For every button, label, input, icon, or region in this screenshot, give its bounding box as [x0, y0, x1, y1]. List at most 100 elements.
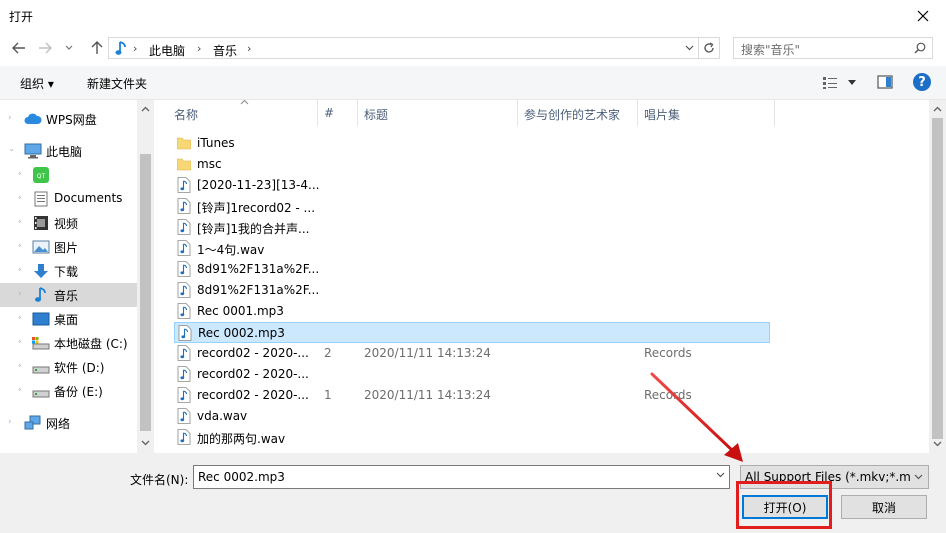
sidebar-item-videos[interactable]: › 视频 — [0, 211, 137, 235]
refresh-button[interactable] — [698, 37, 720, 59]
file-row[interactable]: iTunes — [174, 133, 770, 154]
audio-file-icon — [177, 219, 191, 235]
file-name: msc — [197, 157, 222, 171]
file-name: record02 - 2020-... — [197, 367, 309, 381]
system-drive-icon — [32, 337, 50, 350]
close-icon — [917, 10, 929, 22]
audio-file-icon — [177, 429, 191, 445]
organize-button[interactable]: 组织 ▾ — [20, 75, 54, 92]
sidebar-item-this-pc[interactable]: › 此电脑 — [0, 139, 137, 163]
column-divider[interactable] — [317, 100, 318, 126]
sidebar-item-drive-e[interactable]: › 备份 (E:) — [0, 379, 137, 403]
file-row[interactable]: 8d91%2F131a%2F... — [174, 280, 770, 301]
filename-label: 文件名(N): — [130, 473, 189, 487]
file-row[interactable]: record02 - 2020-... 2 2020/11/11 14:13:24 R… — [174, 343, 770, 364]
file-row[interactable]: 1～4句.wav — [174, 238, 770, 259]
chevron-right-icon: › — [18, 313, 22, 323]
column-header-title[interactable]: 标题 — [364, 106, 388, 123]
column-divider[interactable] — [774, 100, 775, 126]
breadcrumb-music[interactable]: 音乐 — [213, 42, 237, 59]
file-name: 8d91%2F131a%2F... — [197, 283, 320, 297]
sidebar-item-network[interactable]: › 网络 — [0, 411, 137, 435]
up-button[interactable] — [86, 38, 108, 58]
preview-pane-button[interactable] — [877, 75, 895, 91]
details-view-icon — [823, 77, 837, 89]
file-row[interactable]: Rec 0002.mp3 — [174, 322, 770, 343]
sidebar-scrollbar-thumb[interactable] — [140, 154, 151, 431]
file-row[interactable]: 加的那两句.wav — [174, 427, 770, 448]
chevron-right-icon: › — [18, 193, 22, 203]
recent-locations-button[interactable] — [62, 38, 76, 58]
file-type-dropdown[interactable] — [910, 468, 926, 486]
cancel-button[interactable]: 取消 — [841, 495, 927, 519]
file-name: 加的那两句.wav — [197, 432, 286, 446]
column-header-name[interactable]: 名称 — [174, 106, 198, 123]
sidebar-item-app[interactable]: › QT — [0, 163, 137, 187]
audio-file-icon — [177, 345, 191, 361]
file-row[interactable]: record02 - 2020-... 1 2020/11/11 14:13:24 R… — [174, 385, 770, 406]
back-button[interactable] — [8, 38, 30, 58]
column-divider[interactable] — [357, 100, 358, 126]
breadcrumb-this-pc[interactable]: 此电脑 — [149, 42, 185, 59]
forward-button[interactable] — [34, 38, 56, 58]
sidebar-item-drive-d[interactable]: › 软件 (D:) — [0, 355, 137, 379]
chevron-right-icon: › — [8, 113, 12, 123]
sidebar-item-downloads[interactable]: › 下载 — [0, 259, 137, 283]
chevron-right-icon: › — [18, 265, 22, 275]
search-input[interactable]: 搜索"音乐" — [733, 37, 933, 59]
sidebar-item-pictures[interactable]: › 图片 — [0, 235, 137, 259]
column-header-album[interactable]: 唱片集 — [644, 106, 680, 123]
network-icon — [24, 415, 41, 430]
audio-file-icon — [178, 325, 192, 341]
scroll-up-icon[interactable] — [933, 106, 942, 112]
chevron-right-icon: › — [18, 337, 22, 347]
filename-input[interactable]: Rec 0002.mp3 — [193, 465, 730, 489]
chevron-down-icon[interactable] — [716, 472, 725, 478]
file-name: 1～4句.wav — [197, 243, 265, 257]
column-header-number[interactable]: # — [324, 106, 334, 120]
close-button[interactable] — [900, 0, 946, 32]
app-icon: QT — [33, 167, 49, 183]
chevron-down-icon — [914, 474, 922, 480]
sort-ascending-icon — [240, 99, 249, 105]
breadcrumb-separator: › — [133, 42, 138, 55]
file-row[interactable]: record02 - 2020-... — [174, 364, 770, 385]
column-header-artists[interactable]: 参与创作的艺术家 — [524, 106, 620, 123]
refresh-icon — [703, 42, 714, 53]
new-folder-button[interactable]: 新建文件夹 — [87, 75, 147, 92]
file-row[interactable]: vda.wav — [174, 406, 770, 427]
chevron-down-icon[interactable] — [685, 45, 694, 51]
file-row[interactable]: Rec 0001.mp3 — [174, 301, 770, 322]
navigation-pane: › WPS网盘 › 此电脑 › QT › Documents › 视频 › 图片… — [0, 100, 154, 453]
audio-file-icon — [177, 282, 191, 298]
file-row[interactable]: 8d91%2F131a%2F... — [174, 259, 770, 280]
file-name: vda.wav — [197, 409, 248, 423]
folder-icon — [177, 158, 191, 171]
address-bar[interactable]: › 此电脑 › 音乐 › — [108, 37, 699, 59]
sidebar-item-drive-c[interactable]: › 本地磁盘 (C:) — [0, 331, 137, 355]
chevron-right-icon: › — [18, 289, 22, 299]
chevron-down-icon: › — [5, 148, 16, 152]
chevron-right-icon: › — [18, 169, 22, 179]
breadcrumb-separator: › — [247, 42, 252, 55]
arrow-left-icon — [12, 42, 25, 54]
help-button[interactable]: ? — [913, 73, 931, 91]
sidebar-item-desktop[interactable]: › 桌面 — [0, 307, 137, 331]
scroll-down-icon[interactable] — [933, 441, 942, 447]
file-row[interactable]: [2020-11-23][13-4... — [174, 175, 770, 196]
sidebar-item-wps-cloud[interactable]: › WPS网盘 — [0, 107, 137, 131]
help-icon: ? — [918, 74, 926, 90]
sidebar-item-documents[interactable]: › Documents — [0, 187, 137, 211]
column-divider[interactable] — [517, 100, 518, 126]
sidebar-item-music[interactable]: › 音乐 — [0, 283, 137, 307]
file-row[interactable]: [铃声]1我的合并声... — [174, 217, 770, 238]
scroll-up-icon[interactable] — [141, 106, 150, 112]
desktop-icon — [32, 312, 50, 326]
view-options-button[interactable] — [820, 75, 860, 91]
column-divider[interactable] — [637, 100, 638, 126]
audio-file-icon — [177, 240, 191, 256]
scroll-down-icon[interactable] — [141, 440, 150, 446]
file-row[interactable]: msc — [174, 154, 770, 175]
file-list-scrollbar-thumb[interactable] — [932, 118, 943, 439]
file-row[interactable]: [铃声]1record02 - ... — [174, 196, 770, 217]
